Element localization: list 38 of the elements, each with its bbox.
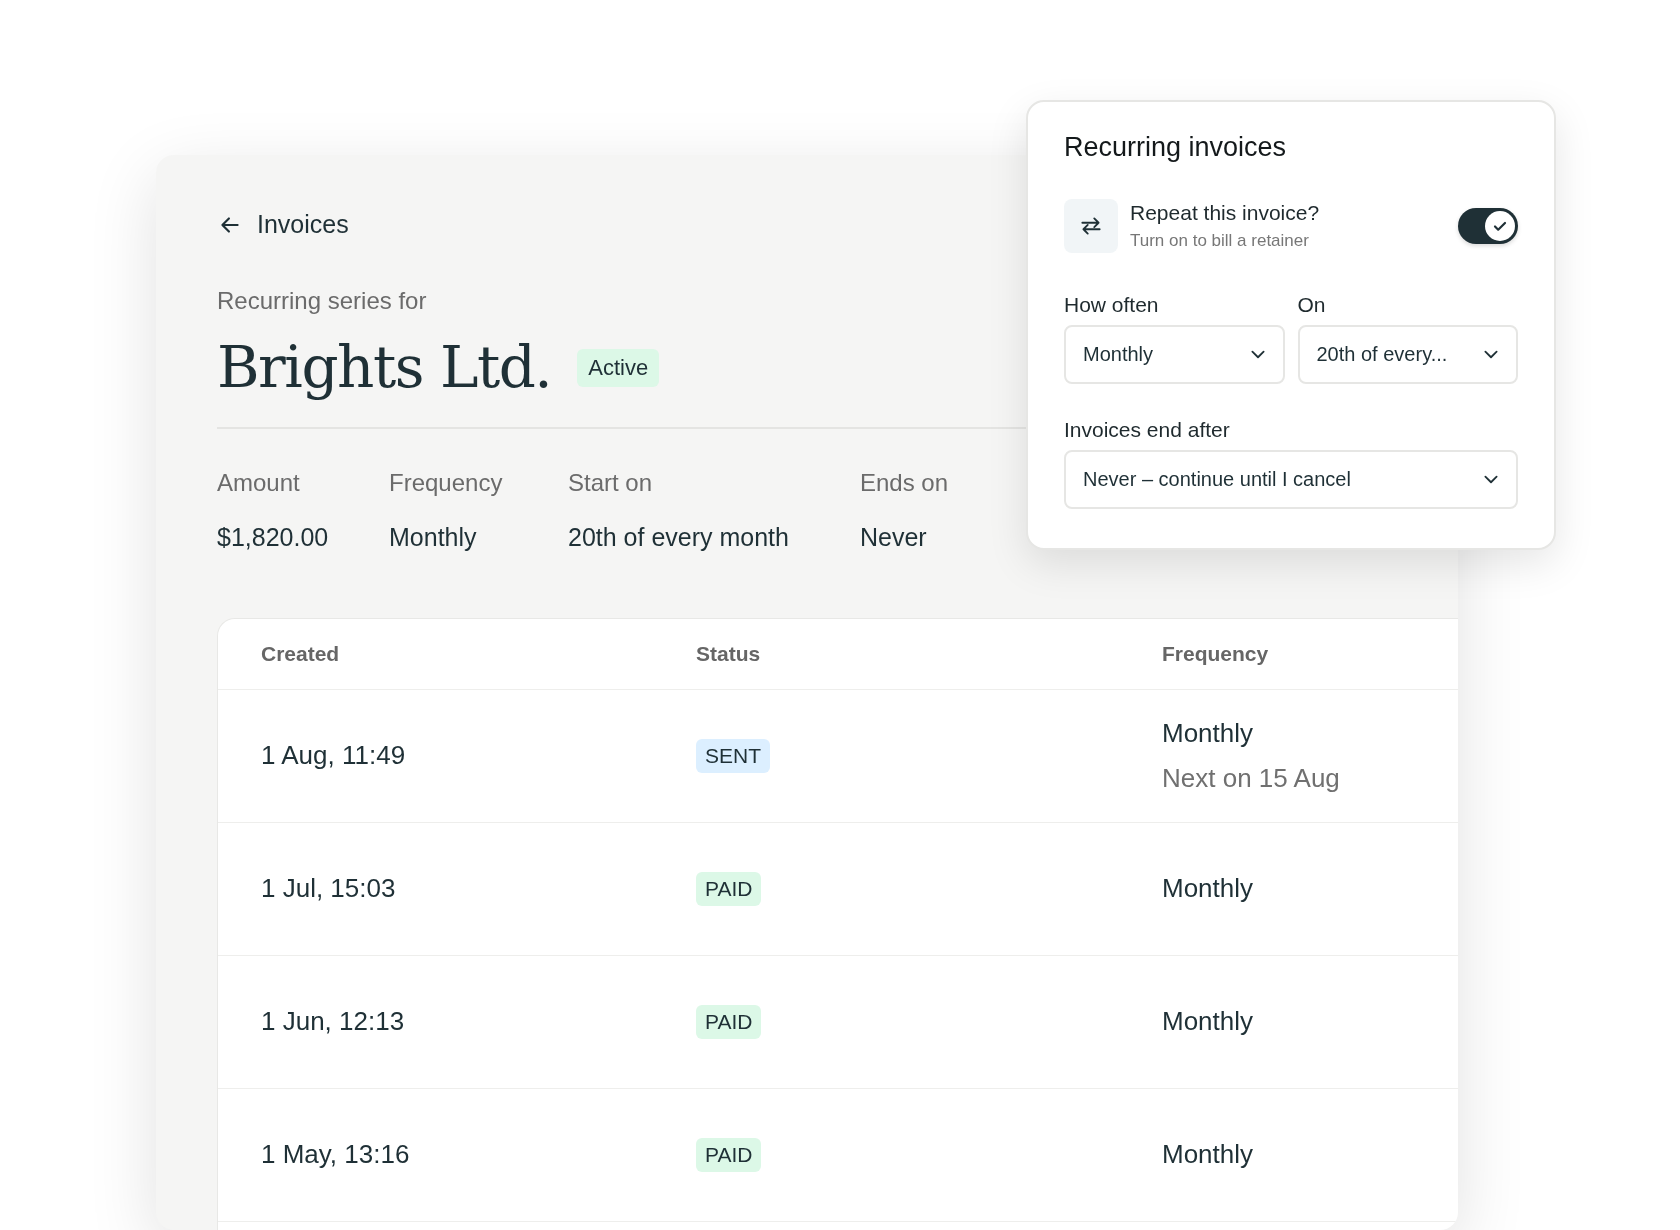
field-label: Invoices end after: [1064, 418, 1231, 442]
summary-label: Frequency: [389, 468, 504, 497]
table-cell-text: 1 Aug, 11:49: [261, 740, 407, 772]
repeat-hint: Turn on to bill a retainer: [1130, 231, 1310, 251]
table-cell-text: 1 Jul, 15:03: [261, 873, 397, 905]
status-badge: Active: [577, 348, 660, 387]
summary-value: Never: [860, 522, 928, 552]
summary-value: Monthly: [389, 522, 478, 552]
table-cell-text: 1 May, 13:16: [261, 1139, 411, 1171]
status-badge: PAID: [696, 1137, 762, 1172]
table-cell-text: 1 Jun, 12:13: [261, 1006, 406, 1038]
table-cell-text: Monthly: [1162, 717, 1255, 749]
field-label: On: [1297, 293, 1327, 317]
frequency-select[interactable]: Monthly: [1064, 325, 1285, 384]
column-header: Frequency: [1162, 641, 1270, 666]
table-cell-text: Monthly: [1162, 1006, 1255, 1038]
summary-value: $1,820.00: [217, 522, 330, 552]
field-label: How often: [1064, 293, 1160, 317]
end-select[interactable]: Never – continue until I cancel: [1064, 450, 1518, 509]
column-header: Created: [261, 641, 341, 666]
summary-value: 20th of every month: [568, 522, 790, 552]
column-header: Status: [696, 641, 762, 666]
table-cell-text: Monthly: [1162, 1139, 1255, 1171]
series-subtitle: Recurring series for: [217, 287, 427, 315]
day-select[interactable]: 20th of every...: [1297, 325, 1518, 384]
repeat-toggle[interactable]: [1458, 208, 1518, 244]
back-link[interactable]: Invoices: [217, 210, 349, 239]
table-cell-text: Monthly: [1162, 873, 1255, 905]
next-date-text: Next on 15 Aug: [1162, 762, 1341, 794]
status-badge: PAID: [696, 1004, 762, 1039]
status-badge: PAID: [696, 871, 762, 906]
status-badge: SENT: [696, 738, 770, 773]
summary-label: Start on: [568, 468, 654, 497]
repeat-label: Repeat this invoice?: [1130, 201, 1321, 225]
client-name: Brights Ltd.: [217, 333, 552, 403]
summary-label: Amount: [217, 468, 301, 497]
popup-title: Recurring invoices: [1064, 132, 1288, 163]
summary-label: Ends on: [860, 468, 949, 497]
